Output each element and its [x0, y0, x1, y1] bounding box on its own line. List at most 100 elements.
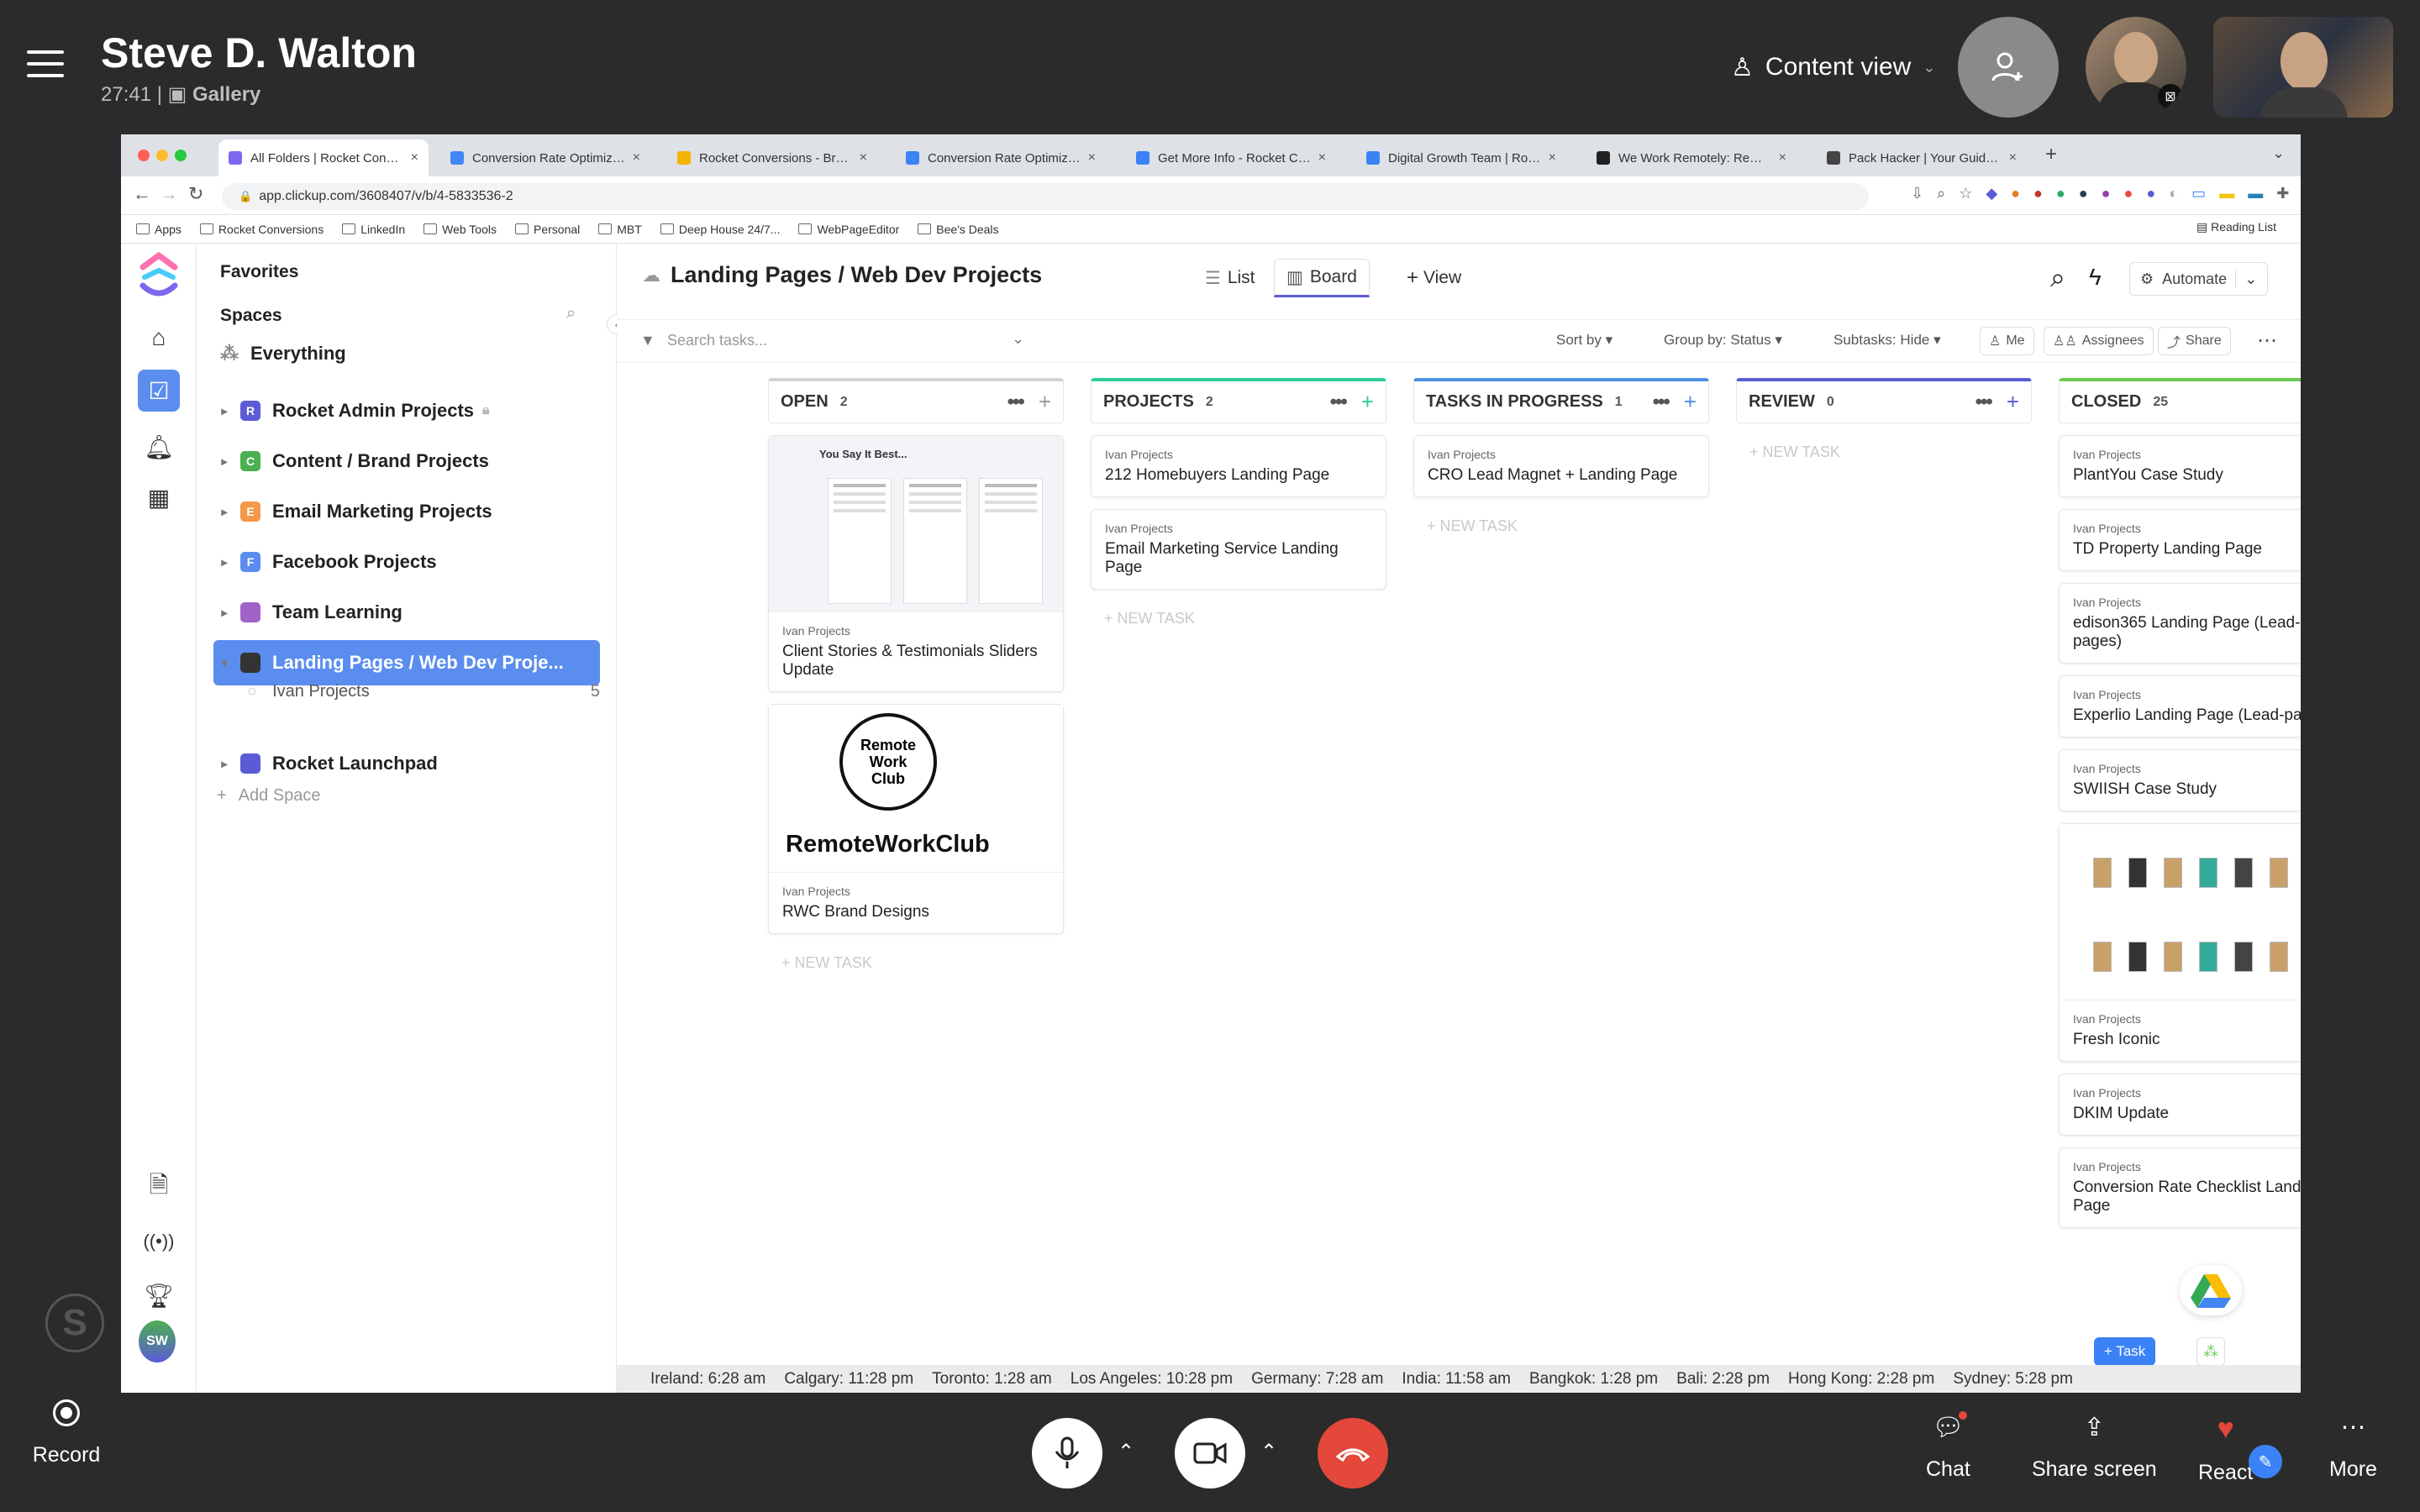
- expand-arrow-icon[interactable]: ▾: [213, 656, 235, 670]
- video-options-chevron-icon[interactable]: ⌃: [1260, 1440, 1277, 1464]
- extension-icon[interactable]: ▬: [2219, 185, 2234, 202]
- add-task-plus-icon[interactable]: +: [1684, 389, 1697, 415]
- browser-tab[interactable]: Pack Hacker | Your Guide to Sr×: [1817, 139, 2027, 176]
- extension-icon[interactable]: ▭: [2191, 185, 2206, 202]
- google-drive-icon[interactable]: [2180, 1265, 2242, 1315]
- close-tab-icon[interactable]: ×: [1772, 150, 1786, 165]
- task-title[interactable]: Experlio Landing Page (Lead-pages): [2073, 706, 2301, 725]
- chat-button[interactable]: 💬︎ Chat: [1926, 1411, 1970, 1482]
- task-title[interactable]: SWIISH Case Study: [2073, 780, 2301, 799]
- browser-tab[interactable]: Conversion Rate Optimization ×: [896, 139, 1106, 176]
- task-title[interactable]: Conversion Rate Checklist Landing Page: [2073, 1179, 2301, 1215]
- share-button[interactable]: ⤴ Share: [2158, 327, 2231, 355]
- bookmark-item[interactable]: Apps: [136, 223, 182, 236]
- video-button[interactable]: [1175, 1418, 1245, 1488]
- content-view-dropdown[interactable]: ♙ Content view ⌄: [1731, 50, 1935, 84]
- reload-icon[interactable]: ↻: [188, 183, 203, 205]
- extension-icon[interactable]: ◐: [2169, 185, 2178, 202]
- search-icon[interactable]: ⌕: [2050, 262, 2065, 294]
- extension-icon[interactable]: ●: [2079, 185, 2088, 202]
- task-title[interactable]: RWC Brand Designs: [782, 903, 1050, 921]
- new-task-button[interactable]: + NEW TASK: [1091, 610, 1386, 627]
- column-header[interactable]: OPEN 2 ••• +: [768, 378, 1064, 423]
- column-header[interactable]: REVIEW 0 ••• +: [1736, 378, 2032, 423]
- expand-arrow-icon[interactable]: ▸: [213, 404, 235, 418]
- column-header[interactable]: TASKS IN PROGRESS 1 ••• +: [1413, 378, 1709, 423]
- task-card[interactable]: Ivan Projects Experlio Landing Page (Lead…: [2059, 675, 2301, 738]
- column-header[interactable]: PROJECTS 2 ••• +: [1091, 378, 1386, 423]
- everything-item[interactable]: ⁂ Everything: [220, 343, 346, 365]
- home-icon[interactable]: ⌂: [121, 312, 197, 363]
- sidebar-space-item[interactable]: ▸ C Content / Brand Projects: [213, 438, 600, 484]
- task-title[interactable]: DKIM Update: [2073, 1105, 2301, 1123]
- apps-grid-icon[interactable]: ⁂: [2196, 1337, 2225, 1366]
- workspace-avatar[interactable]: SW: [139, 1320, 176, 1362]
- close-tab-icon[interactable]: ×: [1542, 150, 1556, 165]
- bookmark-item[interactable]: Personal: [515, 223, 580, 236]
- sidebar-space-item[interactable]: ▸ R Rocket Admin Projects 🔒︎: [213, 388, 600, 433]
- task-card[interactable]: You Say It Best... Ivan Projects Client St…: [768, 435, 1064, 692]
- task-title[interactable]: CRO Lead Magnet + Landing Page: [1428, 466, 1695, 485]
- assignees-button[interactable]: ♙♙ Assignees: [2044, 327, 2154, 355]
- expand-arrow-icon[interactable]: ▸: [213, 555, 235, 570]
- goals-icon[interactable]: 🏆︎: [121, 1270, 197, 1320]
- task-title[interactable]: Fresh Iconic: [2073, 1031, 2301, 1049]
- expand-arrow-icon[interactable]: ▸: [213, 505, 235, 519]
- spaces-heading[interactable]: Spaces: [220, 306, 282, 326]
- react-button[interactable]: ♥ React: [2198, 1413, 2253, 1485]
- add-task-plus-icon[interactable]: +: [1039, 389, 1051, 415]
- task-title[interactable]: PlantYou Case Study: [2073, 466, 2301, 485]
- bookmark-item[interactable]: LinkedIn: [342, 223, 405, 236]
- task-title[interactable]: 212 Homebuyers Landing Page: [1105, 466, 1372, 485]
- bookmark-item[interactable]: Web Tools: [424, 223, 497, 236]
- new-task-button[interactable]: + NEW TASK: [1413, 517, 1709, 535]
- dashboards-icon[interactable]: ▦: [121, 472, 197, 522]
- add-task-button[interactable]: + Task: [2094, 1337, 2156, 1366]
- sidebar-space-item[interactable]: ▾ Landing Pages / Web Dev Proje...: [213, 640, 600, 685]
- task-card[interactable]: Ivan Projects edison365 Landing Page (Lea…: [2059, 583, 2301, 664]
- new-tab-icon[interactable]: +: [2045, 143, 2057, 166]
- expand-arrow-icon[interactable]: ▸: [213, 454, 235, 469]
- task-card[interactable]: Ivan Projects PlantYou Case Study: [2059, 435, 2301, 497]
- task-card[interactable]: Ivan Projects 212 Homebuyers Landing Page: [1091, 435, 1386, 497]
- back-icon[interactable]: ←: [133, 183, 151, 205]
- close-tab-icon[interactable]: ×: [626, 150, 640, 165]
- add-task-plus-icon[interactable]: +: [1361, 389, 1374, 415]
- browser-tab[interactable]: Conversion Rate Optimization ×: [440, 139, 650, 176]
- expand-arrow-icon[interactable]: ▸: [213, 757, 235, 771]
- participant-avatar[interactable]: ⊠: [2086, 17, 2186, 118]
- zoom-icon[interactable]: ⌕: [1937, 185, 1945, 202]
- close-window-icon[interactable]: [138, 150, 150, 161]
- clickup-logo[interactable]: [138, 251, 180, 303]
- add-space-button[interactable]: + Add Space: [217, 786, 321, 806]
- install-icon[interactable]: ⇩: [1911, 185, 1923, 202]
- column-menu-icon[interactable]: •••: [1007, 391, 1025, 414]
- task-card[interactable]: Ivan Projects SWIISH Case Study: [2059, 749, 2301, 811]
- task-card[interactable]: Ivan Projects Conversion Rate Checklist L…: [2059, 1147, 2301, 1228]
- task-title[interactable]: TD Property Landing Page: [2073, 540, 2301, 559]
- task-title[interactable]: edison365 Landing Page (Lead-pages): [2073, 614, 2301, 651]
- mic-options-chevron-icon[interactable]: ⌃: [1118, 1440, 1134, 1464]
- close-tab-icon[interactable]: ×: [1081, 150, 1096, 165]
- expand-arrow-icon[interactable]: ▸: [213, 606, 235, 620]
- bookmark-item[interactable]: Rocket Conversions: [199, 223, 324, 236]
- new-task-button[interactable]: + NEW TASK: [1736, 444, 2032, 461]
- group-by-button[interactable]: Group by: Status ▾: [1664, 332, 1782, 349]
- bookmark-item[interactable]: Deep House 24/7...: [660, 223, 780, 236]
- task-card[interactable]: Ivan Projects TD Property Landing Page: [2059, 509, 2301, 571]
- extension-icon[interactable]: ●: [2033, 185, 2043, 202]
- subtasks-button[interactable]: Subtasks: Hide ▾: [1833, 332, 1941, 349]
- share-screen-button[interactable]: ⇪ Share screen: [2032, 1413, 2157, 1482]
- column-header[interactable]: CLOSED25•••: [2059, 378, 2301, 423]
- column-menu-icon[interactable]: •••: [1330, 391, 1348, 414]
- bookmark-item[interactable]: Bee's Deals: [918, 223, 999, 236]
- extension-icon[interactable]: ◆: [1986, 185, 1997, 202]
- new-task-button[interactable]: + NEW TASK: [768, 954, 1064, 972]
- task-card[interactable]: Ivan Projects Email Marketing Service Lan…: [1091, 509, 1386, 590]
- url-field[interactable]: 🔒 app.clickup.com/3608407/v/b/4-5833536-…: [222, 183, 1869, 210]
- record-button[interactable]: Record: [33, 1399, 100, 1478]
- search-icon[interactable]: ⌕: [566, 304, 576, 323]
- tasks-icon[interactable]: ☑: [138, 370, 180, 412]
- tab-search-icon[interactable]: ⌄: [2272, 144, 2285, 162]
- forward-icon[interactable]: →: [160, 183, 178, 205]
